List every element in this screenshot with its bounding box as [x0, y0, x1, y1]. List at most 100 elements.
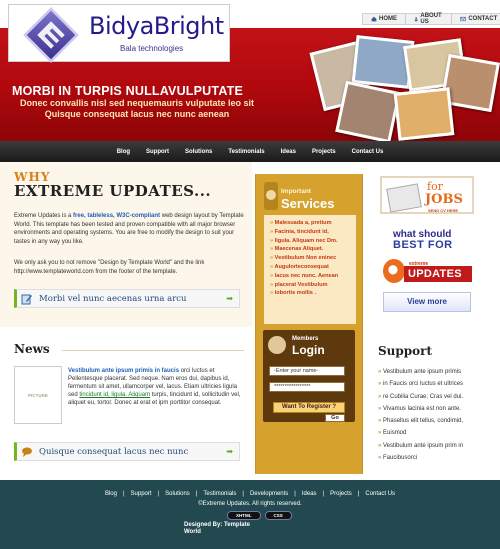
logo-mark-icon [23, 7, 79, 63]
news-link[interactable]: tincidunt id, ligula. Aliquam [79, 392, 150, 398]
intro-text: Extreme Updates is a [14, 213, 74, 219]
separator: | [157, 491, 160, 497]
separator: | [242, 491, 244, 497]
pen-paper-icon [386, 183, 422, 213]
arrow-right-icon: ➡ [226, 294, 233, 303]
services-item[interactable]: lobortis mollis . [270, 289, 350, 298]
feature-bar-2[interactable]: Quisque consequat lacus nec nunc ➡ [14, 442, 240, 461]
support-item[interactable]: Vestibulum ante ipsum prim in [378, 440, 498, 452]
support-heading: Support [378, 344, 433, 358]
login-kicker: Members [292, 336, 319, 342]
person-icon [414, 17, 418, 22]
brand-name: BidyaBright [89, 12, 224, 40]
news-title-link[interactable]: Vestibulum ante ipsum primis in faucis [68, 368, 179, 374]
news-picture: PICTURE [14, 366, 62, 424]
feature-bar-1-title: Morbi vel nunc aecenas urna arcu [39, 293, 187, 304]
nav-testimonials[interactable]: Testimonials [228, 149, 264, 155]
services-item[interactable]: AuguIorteconsequat [270, 263, 350, 272]
go-button[interactable]: Go [325, 414, 345, 422]
xhtml-badge[interactable]: XHTML [227, 511, 261, 520]
edit-note-icon [21, 294, 32, 304]
hero-title: MORBI IN TURPIS NULLAVULPUTATE [12, 84, 243, 98]
news-divider [62, 350, 244, 351]
services-kicker: Important [281, 188, 311, 195]
topnav-contact[interactable]: CONTACT [452, 14, 500, 24]
support-item[interactable]: Phasellus elit tellus, condimid, [378, 415, 498, 427]
footer-link[interactable]: Blog [105, 491, 117, 497]
brand-tagline: Bala technologies [120, 44, 184, 53]
news-body: Vestibulum ante ipsum primis in faucis o… [68, 367, 246, 407]
arrow-right-icon: ➡ [226, 447, 233, 456]
separator: | [322, 491, 325, 497]
footer-link[interactable]: Developments [250, 491, 288, 497]
support-item[interactable]: Faucibusorci [378, 452, 498, 464]
user-icon [268, 336, 286, 354]
house-icon [371, 16, 377, 22]
hero-photo [335, 80, 401, 141]
login-title: Login [292, 343, 325, 357]
intro-heading: EXTREME UPDATES... [14, 182, 212, 200]
services-panel: Important Services Malesuada a, pretium … [255, 174, 363, 474]
support-item[interactable]: Vivamus lacinia est non ante. [378, 403, 498, 415]
nav-ideas[interactable]: Ideas [281, 149, 296, 155]
jobs-title: JOBS [425, 192, 463, 207]
footer-link[interactable]: Solutions [165, 491, 190, 497]
support-list: Vestibulum ante ipsum primis in Faucis o… [378, 366, 498, 464]
separator: | [195, 491, 198, 497]
footer-link[interactable]: Support [131, 491, 152, 497]
services-item[interactable]: placerat Vestibulum [270, 281, 350, 290]
footer-link[interactable]: Contact Us [365, 491, 395, 497]
jobs-banner[interactable]: for JOBS SEND CV HERE [380, 176, 474, 214]
intro-highlight: "Design by Template World" [97, 260, 173, 266]
nav-solutions[interactable]: Solutions [185, 149, 212, 155]
separator: | [294, 491, 296, 497]
services-item[interactable]: Facinia, tincidunt id, [270, 228, 350, 237]
topnav-about[interactable]: ABOUT US [406, 13, 453, 25]
services-item[interactable]: Vestibulum Non eninec [270, 254, 350, 263]
badge-big-text: UPDATES [404, 266, 472, 282]
news-heading: News [14, 342, 50, 356]
validator-badges: XHTML CSS [227, 511, 292, 520]
feature-bar-1[interactable]: Morbi vel nunc aecenas urna arcu ➡ [14, 289, 240, 308]
footer-link[interactable]: Projects [330, 491, 352, 497]
intro-highlight: free, tableless, W3C-compliant [73, 213, 161, 219]
topnav-home[interactable]: HOME [363, 14, 406, 24]
services-item[interactable]: Maecenas Aliquet. [270, 245, 350, 254]
separator: | [357, 491, 360, 497]
logo[interactable]: BidyaBright Bala technologies [8, 4, 230, 63]
services-item[interactable]: Malesuada a, pretium [270, 219, 350, 228]
topnav-contact-label: CONTACT [468, 16, 498, 22]
feature-bar-2-title: Quisque consequat lacus nec nunc [39, 446, 189, 457]
footer-link[interactable]: Ideas [302, 491, 317, 497]
nav-support[interactable]: Support [146, 149, 169, 155]
intro-text: We only ask you to not remove [14, 260, 98, 266]
support-item[interactable]: Euismod [378, 427, 498, 439]
name-input[interactable]: -Enter your name- [269, 366, 345, 376]
gear-icon [264, 182, 278, 210]
view-more-button[interactable]: View more [383, 292, 471, 312]
register-button[interactable]: Want To Register ? [273, 402, 345, 413]
services-title: Services [281, 196, 335, 211]
password-input[interactable]: ***************** [269, 382, 345, 392]
footer-link[interactable]: Testimonials [203, 491, 236, 497]
services-item[interactable]: lacus nec nunc. Aenean [270, 272, 350, 281]
nav-contact[interactable]: Contact Us [352, 149, 384, 155]
services-list: Malesuada a, pretium Facinia, tincidunt … [264, 215, 356, 324]
nav-projects[interactable]: Projects [312, 149, 336, 155]
login-box: Members Login -Enter your name- ********… [263, 330, 355, 422]
services-item[interactable]: ligula. Aliquam nec Dm. [270, 237, 350, 246]
mail-icon [460, 16, 467, 22]
copyright: ©Extreme Updates. All rights reserved. [198, 501, 302, 507]
jobs-subtitle: SEND CV HERE [428, 208, 459, 213]
support-item[interactable]: re Cubilia Curae; Cras vel dui. [378, 391, 498, 403]
support-item[interactable]: in Faucis orci luctus et ultrices [378, 378, 498, 390]
speech-bubble-icon [22, 447, 32, 457]
nav-blog[interactable]: Blog [117, 149, 130, 155]
starburst-icon [383, 259, 405, 283]
extreme-updates-badge[interactable]: extreme UPDATES [383, 259, 473, 285]
intro-paragraph-1: Extreme Updates is a free, tableless, W3… [14, 212, 244, 246]
support-item[interactable]: Vestibulum ante ipsum primis [378, 366, 498, 378]
css-badge[interactable]: CSS [264, 511, 292, 520]
footer-nav: Blog | Support | Solutions | Testimonials | … [0, 491, 500, 497]
best-line-2: BEST FOR [393, 239, 453, 251]
